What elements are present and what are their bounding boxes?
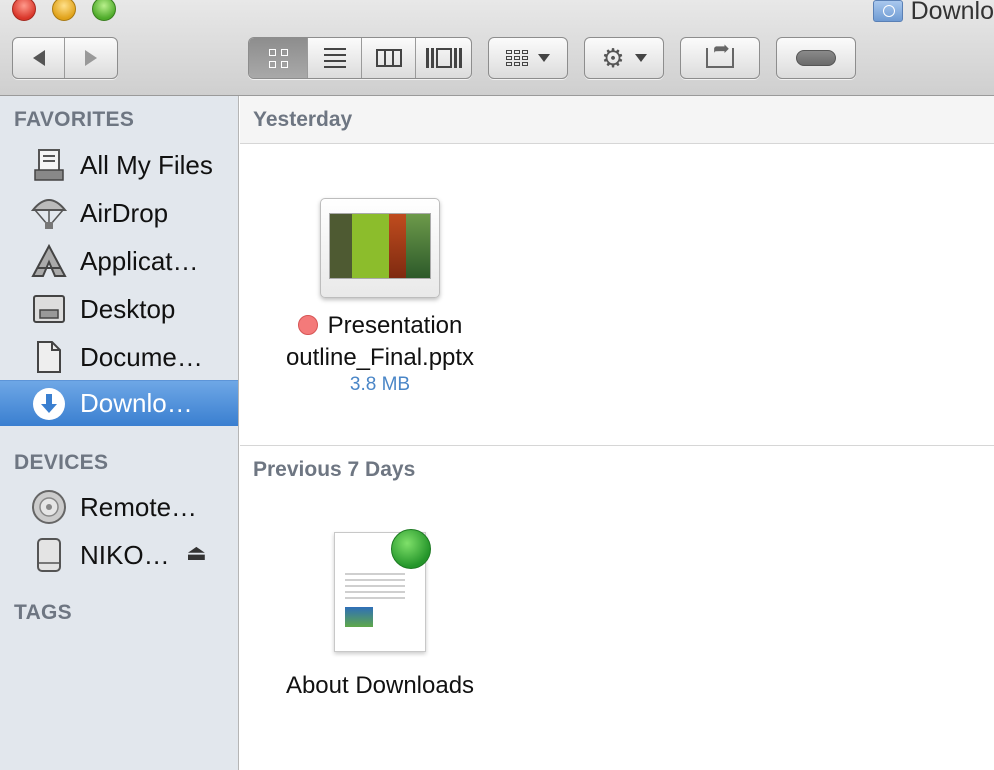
chevron-down-icon (538, 54, 550, 62)
sidebar-item-label: Desktop (80, 293, 176, 324)
back-button[interactable] (13, 38, 66, 78)
share-button[interactable] (680, 36, 760, 79)
sidebar-item-remote-disc[interactable]: Remote… (0, 484, 238, 530)
column-view-button[interactable] (362, 38, 416, 78)
pptx-thumbnail (320, 198, 440, 298)
action-button[interactable]: ⚙ (584, 37, 664, 79)
column-view-icon (375, 49, 402, 67)
sidebar-item-label: Docume… (80, 341, 203, 372)
documents-icon (30, 339, 68, 375)
window-title-text: Downlo (910, 0, 994, 25)
gear-icon: ⚙ (601, 43, 625, 73)
forward-button[interactable] (65, 38, 117, 78)
group-header-yesterday: Yesterday (240, 96, 994, 144)
sidebar: FAVORITES All My Files AirDrop Applicat…… (0, 96, 239, 770)
devices-header: DEVICES (14, 451, 109, 474)
group-title: Previous 7 Days (253, 458, 416, 481)
sidebar-item-desktop[interactable]: Desktop (0, 286, 238, 332)
close-window-button[interactable] (12, 0, 36, 21)
airdrop-icon (30, 195, 68, 231)
arrange-button[interactable] (488, 37, 568, 79)
view-mode-control (248, 37, 472, 79)
edit-tags-button[interactable] (776, 37, 856, 79)
share-icon (706, 36, 734, 68)
file-size: 3.8 MB (349, 374, 411, 395)
file-item-about-downloads[interactable]: About Downloads (260, 529, 500, 702)
sidebar-item-label: All My Files (80, 149, 213, 180)
sidebar-item-airdrop[interactable]: AirDrop (0, 190, 238, 236)
applications-icon (30, 243, 68, 279)
document-thumbnail (334, 529, 431, 652)
sidebar-item-label: Applicat… (80, 245, 199, 276)
sidebar-item-label: Downlo… (80, 388, 193, 418)
toolbar: Downlo ⚙ (0, 0, 994, 96)
zoom-window-button[interactable] (92, 0, 116, 21)
forward-arrow-icon (85, 50, 97, 66)
group-header-previous-7-days: Previous 7 Days (240, 446, 994, 494)
external-drive-icon (30, 537, 68, 573)
group-title: Yesterday (253, 107, 353, 131)
file-name: About Downloads (285, 672, 475, 699)
icon-view-icon (268, 48, 288, 68)
desktop-icon (30, 291, 68, 327)
file-item-presentation[interactable]: Presentation outline_Final.pptx 3.8 MB (260, 198, 500, 396)
sidebar-item-downloads[interactable]: Downlo… (0, 380, 238, 426)
downloads-icon (30, 386, 68, 422)
arrange-grid-icon (506, 50, 528, 66)
file-name: Presentation (260, 310, 500, 342)
green-download-badge-icon (391, 529, 431, 569)
back-forward-control (12, 37, 118, 79)
tags-header: TAGS (14, 601, 72, 624)
cover-flow-button[interactable] (416, 38, 471, 78)
file-browser: Yesterday Presentation outline_Final.ppt… (240, 96, 994, 770)
file-name-line1: Presentation (327, 312, 463, 339)
minimize-window-button[interactable] (52, 0, 76, 21)
sidebar-item-label: NIKO… (80, 539, 170, 570)
red-tag-icon (297, 315, 318, 335)
back-arrow-icon (32, 50, 45, 66)
remote-disc-icon (30, 489, 68, 525)
eject-icon[interactable]: ⏏ (186, 540, 207, 566)
sidebar-item-label: AirDrop (80, 197, 169, 228)
sidebar-item-all-my-files[interactable]: All My Files (0, 142, 238, 188)
downloads-folder-icon (872, 0, 903, 22)
icon-view-button[interactable] (249, 38, 308, 78)
sidebar-item-documents[interactable]: Docume… (0, 334, 238, 380)
favorites-header: FAVORITES (14, 108, 135, 131)
tag-pill-icon (796, 50, 836, 66)
sidebar-item-label: Remote… (80, 491, 198, 522)
cover-flow-icon (425, 48, 462, 68)
file-name-line2: outline_Final.pptx (285, 344, 475, 371)
slide-preview (329, 213, 431, 279)
list-view-button[interactable] (308, 38, 362, 78)
sidebar-item-external-drive[interactable]: NIKO… ⏏ (0, 532, 238, 578)
all-files-icon (30, 147, 68, 183)
window-title: Downlo (872, 0, 994, 25)
list-view-icon (323, 48, 346, 68)
chevron-down-icon (634, 54, 647, 62)
sidebar-item-applications[interactable]: Applicat… (0, 238, 238, 284)
